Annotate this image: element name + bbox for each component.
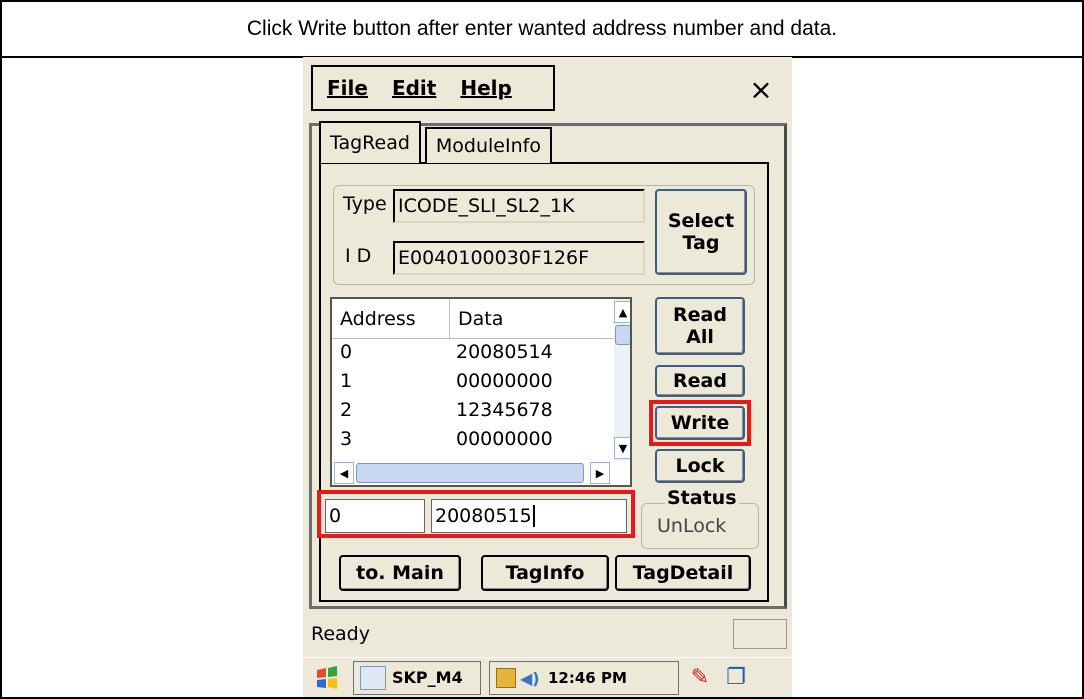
row-data: 12345678 — [456, 399, 553, 421]
input-panel-icon[interactable]: ✎ — [685, 663, 715, 693]
read-all-button[interactable]: Read All — [655, 297, 745, 355]
clock[interactable]: 12:46 PM — [548, 669, 627, 687]
close-icon[interactable]: × — [743, 71, 779, 107]
row-address: 0 — [340, 341, 353, 363]
status-bar-text: Ready — [311, 623, 370, 645]
status-value: UnLock — [657, 515, 727, 537]
status-bar: Ready — [303, 615, 792, 655]
list-row[interactable]: 3 00000000 — [332, 428, 614, 456]
horizontal-scroll-thumb[interactable] — [356, 463, 584, 483]
row-address: 2 — [340, 399, 353, 421]
tagdetail-button[interactable]: TagDetail — [615, 555, 751, 591]
menu-help[interactable]: Help — [450, 76, 521, 100]
app-icon — [360, 665, 386, 690]
column-header-data[interactable]: Data — [450, 299, 503, 338]
list-row[interactable]: 1 00000000 — [332, 370, 614, 398]
horizontal-scrollbar[interactable]: ◀ ▶ — [332, 461, 614, 485]
type-label: Type — [343, 193, 387, 215]
scroll-left-icon[interactable]: ◀ — [334, 462, 354, 484]
status-bar-panel — [733, 619, 787, 649]
start-icon[interactable] — [307, 661, 347, 695]
menu-edit[interactable]: Edit — [382, 76, 446, 100]
select-tag-button[interactable]: Select Tag — [655, 189, 747, 275]
to-main-button[interactable]: to. Main — [339, 555, 461, 591]
taskbar: SKP_M4 ◀) 12:46 PM ✎ ❐ — [303, 657, 792, 697]
id-field: E0040100030F126F — [393, 241, 645, 275]
menu-file[interactable]: File — [317, 76, 378, 100]
tab-moduleinfo[interactable]: ModuleInfo — [424, 127, 552, 163]
list-header: Address Data — [332, 299, 614, 339]
input-highlight: 0 20080515 — [317, 490, 635, 538]
tab-strip: TagRead ModuleInfo — [319, 121, 552, 163]
text-cursor — [532, 505, 535, 527]
lock-button[interactable]: Lock — [655, 449, 745, 483]
address-data-list[interactable]: Address Data 0 20080514 1 00000000 2 123… — [330, 297, 632, 487]
read-button[interactable]: Read — [655, 365, 745, 397]
tab-tagread[interactable]: TagRead — [319, 121, 421, 163]
list-row[interactable]: 0 20080514 — [332, 341, 614, 369]
status-title: Status — [665, 487, 739, 509]
desktop-icon[interactable]: ❐ — [721, 663, 751, 693]
scroll-up-icon[interactable]: ▲ — [614, 301, 630, 323]
volume-icon[interactable]: ◀) — [520, 669, 542, 688]
taskbar-app-button[interactable]: SKP_M4 — [353, 660, 481, 695]
write-button[interactable]: Write — [655, 406, 745, 440]
connection-icon[interactable] — [496, 667, 516, 688]
device-screen: File Edit Help × TagRead ModuleInfo Type… — [303, 57, 792, 697]
row-address: 3 — [340, 428, 353, 450]
column-header-address[interactable]: Address — [332, 299, 450, 338]
row-data: 00000000 — [456, 370, 553, 392]
type-field: ICODE_SLI_SL2_1K — [393, 189, 645, 223]
vertical-scroll-thumb[interactable] — [615, 325, 630, 345]
row-data: 00000000 — [456, 428, 553, 450]
address-input[interactable]: 0 — [325, 499, 425, 533]
row-data: 20080514 — [456, 341, 553, 363]
data-input[interactable]: 20080515 — [431, 499, 627, 533]
scroll-right-icon[interactable]: ▶ — [590, 462, 610, 484]
instruction-caption: Click Write button after enter wanted ad… — [2, 2, 1082, 58]
taginfo-button[interactable]: TagInfo — [481, 555, 609, 591]
row-address: 1 — [340, 370, 353, 392]
menu-bar: File Edit Help — [311, 65, 555, 111]
tray-area: ◀) 12:46 PM — [489, 660, 679, 695]
id-label: I D — [345, 245, 372, 267]
scroll-down-icon[interactable]: ▼ — [614, 437, 630, 459]
vertical-scrollbar[interactable]: ▲ ▼ — [614, 299, 630, 461]
list-row[interactable]: 2 12345678 — [332, 399, 614, 427]
